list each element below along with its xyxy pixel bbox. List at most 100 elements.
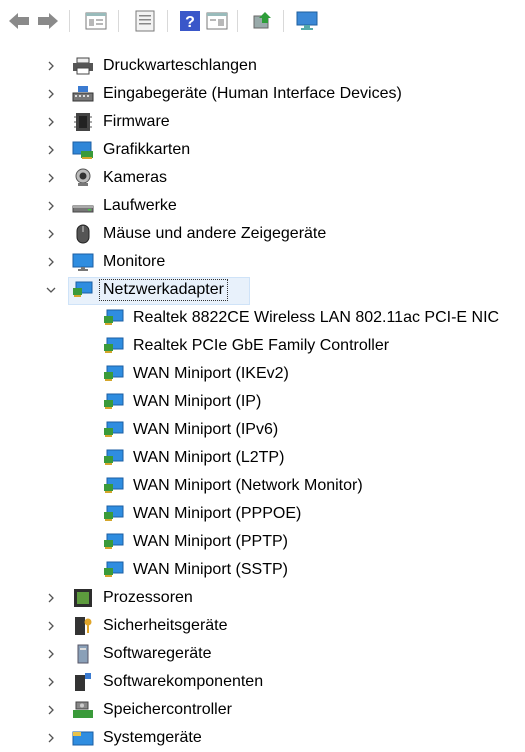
help-icon[interactable]: ?: [178, 9, 202, 33]
tree-item-label: Firmware: [103, 113, 170, 130]
system-device-icon: [72, 731, 94, 746]
chevron-down-icon[interactable]: [46, 285, 56, 295]
tree-item-laufwerke[interactable]: Laufwerke: [0, 192, 525, 220]
tree-child-label: WAN Miniport (PPTP): [133, 533, 288, 550]
chevron-right-icon[interactable]: [46, 705, 56, 715]
chevron-right-icon[interactable]: [46, 649, 56, 659]
display-adapter-icon: [72, 141, 93, 159]
tree-item-label: Softwarekomponenten: [103, 673, 264, 690]
tree-item-grafikkarten[interactable]: Grafikkarten: [0, 136, 525, 164]
tree-item-netzwerkadapter[interactable]: Netzwerkadapter: [0, 276, 525, 305]
network-adapter-icon: [104, 561, 124, 577]
device-tree: Druckwarteschlangen Eingabegeräte (Human…: [0, 52, 525, 752]
tree-child-item[interactable]: WAN Miniport (L2TP): [0, 444, 525, 472]
chevron-right-icon[interactable]: [46, 173, 56, 183]
tree-child-label: WAN Miniport (IP): [133, 393, 262, 410]
tree-item-sicherheitsgeraete[interactable]: Sicherheitsgeräte: [0, 612, 525, 640]
tree-item-label: Sicherheitsgeräte: [103, 617, 228, 634]
tree-child-label: WAN Miniport (IKEv2): [133, 365, 289, 382]
chevron-right-icon[interactable]: [46, 733, 56, 743]
input-device-icon: [72, 86, 94, 102]
forward-icon[interactable]: [36, 9, 60, 33]
network-adapter-icon: [104, 449, 124, 465]
tree-item-prozessoren[interactable]: Prozessoren: [0, 584, 525, 612]
tree-item-maeuse[interactable]: Mäuse und andere Zeigegeräte: [0, 220, 525, 248]
tree-item-label: Monitore: [103, 253, 166, 270]
chevron-right-icon[interactable]: [46, 257, 56, 267]
chevron-right-icon[interactable]: [46, 117, 56, 127]
drive-icon: [72, 205, 94, 213]
chevron-right-icon[interactable]: [46, 229, 56, 239]
chevron-right-icon[interactable]: [46, 677, 56, 687]
firmware-icon: [74, 113, 92, 131]
tree-item-kameras[interactable]: Kameras: [0, 164, 525, 192]
chevron-right-icon[interactable]: [46, 621, 56, 631]
view-panel-icon[interactable]: [205, 9, 229, 33]
tree-item-label: Softwaregeräte: [103, 645, 212, 662]
svg-text:?: ?: [185, 14, 195, 31]
scan-hardware-icon[interactable]: [295, 9, 319, 33]
processor-icon: [74, 589, 92, 607]
security-device-icon: [75, 617, 92, 635]
network-adapter-icon: [104, 393, 124, 409]
network-adapter-icon: [104, 421, 124, 437]
chevron-right-icon[interactable]: [46, 593, 56, 603]
chevron-right-icon[interactable]: [46, 145, 56, 155]
tree-child-label: WAN Miniport (Network Monitor): [133, 477, 363, 494]
tree-item-druckwarteschlangen[interactable]: Druckwarteschlangen: [0, 52, 525, 80]
tree-child-item[interactable]: WAN Miniport (PPPOE): [0, 500, 525, 528]
tree-child-label: WAN Miniport (IPv6): [133, 421, 279, 438]
show-hide-tree-icon[interactable]: [84, 9, 108, 33]
toolbar: ?: [0, 0, 525, 46]
tree-item-label: Eingabegeräte (Human Interface Devices): [103, 85, 402, 102]
chevron-right-icon[interactable]: [46, 89, 56, 99]
network-adapter-icon: [104, 365, 124, 381]
tree-item-label: Prozessoren: [103, 589, 193, 606]
chevron-right-icon[interactable]: [46, 201, 56, 211]
back-icon[interactable]: [7, 9, 31, 33]
tree-child-item[interactable]: WAN Miniport (Network Monitor): [0, 472, 525, 500]
tree-item-label: Grafikkarten: [103, 141, 191, 158]
tree-child-item[interactable]: WAN Miniport (PPTP): [0, 528, 525, 556]
mouse-icon: [76, 224, 90, 244]
network-adapter-icon: [104, 533, 124, 549]
camera-icon: [75, 168, 91, 186]
tree-child-item[interactable]: WAN Miniport (IKEv2): [0, 360, 525, 388]
network-adapter-icon: [104, 309, 124, 325]
tree-item-firmware[interactable]: Firmware: [0, 108, 525, 136]
network-adapter-icon: [73, 281, 93, 297]
tree-item-label: Netzwerkadapter: [99, 279, 228, 301]
tree-item-label: Mäuse und andere Zeigegeräte: [103, 225, 327, 242]
tree-item-label: Systemgeräte: [103, 729, 202, 746]
printer-icon: [73, 57, 93, 75]
toolbar-separator: [69, 10, 70, 32]
toolbar-separator: [283, 10, 284, 32]
tree-item-label: Speichercontroller: [103, 701, 232, 718]
tree-child-item[interactable]: Realtek 8822CE Wireless LAN 802.11ac PCI…: [0, 304, 525, 332]
chevron-right-icon[interactable]: [46, 61, 56, 71]
tree-item-speichercontroller[interactable]: Speichercontroller: [0, 696, 525, 724]
tree-child-item[interactable]: WAN Miniport (SSTP): [0, 556, 525, 584]
software-device-icon: [77, 644, 89, 664]
storage-controller-icon: [73, 701, 93, 718]
tree-child-label: WAN Miniport (SSTP): [133, 561, 288, 578]
tree-item-label: Kameras: [103, 169, 168, 186]
tree-item-label: Laufwerke: [103, 197, 177, 214]
tree-item-eingabegeraete[interactable]: Eingabegeräte (Human Interface Devices): [0, 80, 525, 108]
tree-item-softwarekomponenten[interactable]: Softwarekomponenten: [0, 668, 525, 696]
software-component-icon: [75, 673, 91, 691]
tree-child-label: WAN Miniport (L2TP): [133, 449, 285, 466]
tree-item-softwaregeraete[interactable]: Softwaregeräte: [0, 640, 525, 668]
network-adapter-icon: [104, 477, 124, 493]
toolbar-separator: [237, 10, 238, 32]
tree-item-monitore[interactable]: Monitore: [0, 248, 525, 276]
tree-child-item[interactable]: Realtek PCIe GbE Family Controller: [0, 332, 525, 360]
network-adapter-icon: [104, 505, 124, 521]
update-driver-icon[interactable]: [250, 9, 274, 33]
toolbar-separator: [167, 10, 168, 32]
tree-item-systemgeraete[interactable]: Systemgeräte: [0, 724, 525, 752]
network-adapter-icon: [104, 337, 124, 353]
tree-child-item[interactable]: WAN Miniport (IP): [0, 388, 525, 416]
properties-icon[interactable]: [133, 9, 157, 33]
tree-child-item[interactable]: WAN Miniport (IPv6): [0, 416, 525, 444]
